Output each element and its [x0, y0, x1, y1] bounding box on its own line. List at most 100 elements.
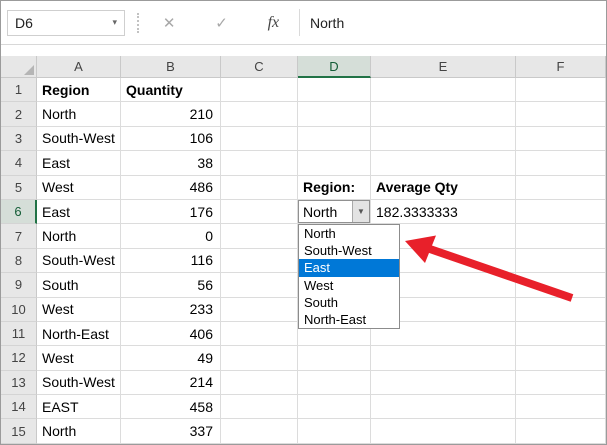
cell-quantity[interactable]: 176: [121, 199, 221, 225]
cell-region[interactable]: West: [37, 346, 121, 371]
cell[interactable]: [221, 297, 298, 322]
cell[interactable]: [221, 151, 298, 176]
cell-quantity[interactable]: 49: [121, 346, 221, 371]
cell-quantity[interactable]: 214: [121, 370, 221, 396]
row-header-6-selected[interactable]: 6: [1, 199, 37, 225]
cell[interactable]: [516, 151, 606, 176]
cell-region[interactable]: EAST: [37, 395, 121, 420]
cell[interactable]: [298, 419, 371, 444]
cell[interactable]: [516, 395, 606, 420]
cell-region[interactable]: South: [37, 273, 121, 298]
cell[interactable]: [516, 419, 606, 444]
cell[interactable]: [221, 419, 298, 444]
region-dropdown[interactable]: North ▼: [298, 199, 370, 224]
cell[interactable]: [371, 419, 516, 444]
cell[interactable]: [221, 224, 298, 249]
cell[interactable]: [516, 175, 606, 200]
dropdown-option[interactable]: South-West: [299, 242, 399, 259]
row-header[interactable]: 11: [1, 321, 37, 347]
cell[interactable]: [221, 78, 298, 103]
dropdown-arrow-button[interactable]: ▼: [352, 200, 369, 223]
cell-quantity[interactable]: 0: [121, 224, 221, 249]
cell[interactable]: [221, 273, 298, 298]
cell[interactable]: [221, 175, 298, 200]
cell[interactable]: [371, 78, 516, 103]
dropdown-option[interactable]: North-East: [299, 311, 399, 328]
cell[interactable]: [371, 151, 516, 176]
cell-region[interactable]: East: [37, 151, 121, 176]
cell-region-label[interactable]: Region:: [298, 175, 371, 200]
insert-function-icon[interactable]: fx: [268, 14, 280, 32]
cell[interactable]: [516, 370, 606, 396]
cell-quantity[interactable]: 486: [121, 175, 221, 200]
dropdown-option[interactable]: West: [299, 277, 399, 294]
name-box[interactable]: D6 ▾: [7, 9, 125, 36]
row-header[interactable]: 3: [1, 126, 37, 152]
row-header[interactable]: 7: [1, 224, 37, 249]
select-all-corner[interactable]: [1, 56, 37, 78]
row-header[interactable]: 8: [1, 248, 37, 274]
cell[interactable]: [371, 126, 516, 152]
cell[interactable]: [516, 78, 606, 103]
row-header[interactable]: 12: [1, 346, 37, 371]
cell-region[interactable]: North-East: [37, 321, 121, 347]
cancel-icon[interactable]: ✕: [163, 14, 176, 32]
cell[interactable]: [371, 395, 516, 420]
row-header[interactable]: 9: [1, 273, 37, 298]
cell[interactable]: [371, 346, 516, 371]
cell-quantity-header[interactable]: Quantity: [121, 78, 221, 103]
cell-quantity[interactable]: 56: [121, 273, 221, 298]
cell[interactable]: [371, 102, 516, 127]
dropdown-option-highlighted[interactable]: East: [299, 259, 399, 277]
row-header[interactable]: 13: [1, 370, 37, 396]
cell-quantity[interactable]: 337: [121, 419, 221, 444]
row-header[interactable]: 14: [1, 395, 37, 420]
row-header[interactable]: 2: [1, 102, 37, 127]
cell[interactable]: [516, 102, 606, 127]
row-header[interactable]: 10: [1, 297, 37, 322]
cell[interactable]: [516, 297, 606, 322]
cell-region[interactable]: South-West: [37, 370, 121, 396]
cell-region[interactable]: West: [37, 297, 121, 322]
cell-quantity[interactable]: 116: [121, 248, 221, 274]
cell[interactable]: [221, 346, 298, 371]
cell[interactable]: [221, 321, 298, 347]
column-header-b[interactable]: B: [121, 56, 221, 78]
row-header[interactable]: 4: [1, 151, 37, 176]
column-header-e[interactable]: E: [371, 56, 516, 78]
cell[interactable]: [298, 346, 371, 371]
cell[interactable]: [221, 126, 298, 152]
cell-quantity[interactable]: 233: [121, 297, 221, 322]
formula-input[interactable]: North: [299, 9, 606, 36]
cell[interactable]: [516, 224, 606, 249]
cell[interactable]: [298, 151, 371, 176]
column-header-c[interactable]: C: [221, 56, 298, 78]
cell[interactable]: [298, 395, 371, 420]
cell[interactable]: [516, 248, 606, 274]
row-header[interactable]: 1: [1, 78, 37, 103]
cell-quantity[interactable]: 458: [121, 395, 221, 420]
column-header-f[interactable]: F: [516, 56, 606, 78]
cell[interactable]: [371, 370, 516, 396]
cell[interactable]: [221, 102, 298, 127]
cell-region[interactable]: West: [37, 175, 121, 200]
column-header-a[interactable]: A: [37, 56, 121, 78]
cell[interactable]: [298, 126, 371, 152]
cell-average-label[interactable]: Average Qty: [371, 175, 516, 200]
row-header[interactable]: 5: [1, 175, 37, 200]
cell[interactable]: [221, 395, 298, 420]
enter-icon[interactable]: ✓: [215, 14, 228, 32]
cell[interactable]: [298, 78, 371, 103]
cell[interactable]: [516, 199, 606, 225]
cell[interactable]: [221, 199, 298, 225]
cell-quantity[interactable]: 38: [121, 151, 221, 176]
cell[interactable]: [516, 126, 606, 152]
cell[interactable]: [298, 102, 371, 127]
cell-region[interactable]: East: [37, 199, 121, 225]
cell-region[interactable]: North: [37, 419, 121, 444]
cell-quantity[interactable]: 106: [121, 126, 221, 152]
cell-quantity[interactable]: 406: [121, 321, 221, 347]
cell[interactable]: [516, 273, 606, 298]
cell-region[interactable]: North: [37, 224, 121, 249]
cell-region-header[interactable]: Region: [37, 78, 121, 103]
